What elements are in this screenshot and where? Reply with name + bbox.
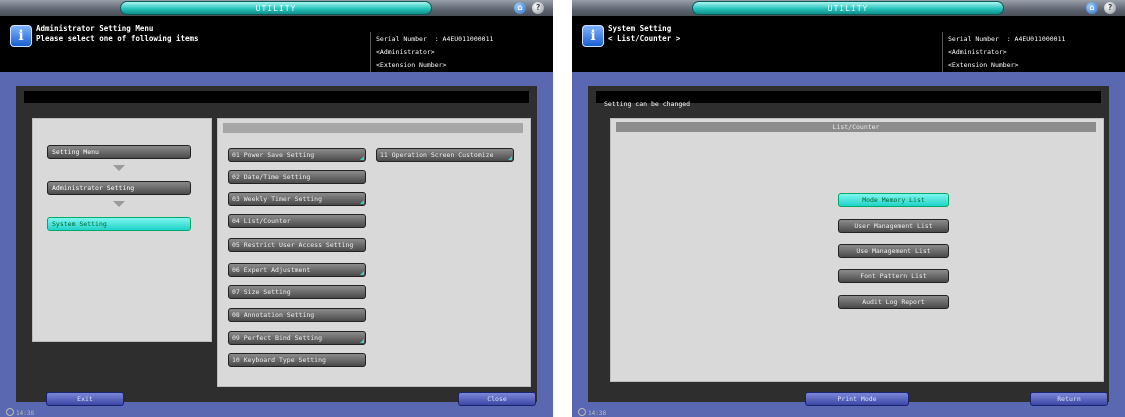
serial-info: Serial Number : A4EU011000011 <Administr… [376,35,494,69]
header: i System Setting < List/Counter > Serial… [572,16,1125,76]
perfect-bind-setting-button[interactable]: 09 Perfect Bind Setting [228,331,366,345]
operation-screen-customize-button[interactable]: 11 Operation Screen Customize [376,148,514,162]
submenu-corner-icon [360,339,364,343]
submenu-corner-icon [508,156,512,160]
keyboard-type-setting-button[interactable]: 10 Keyboard Type Setting [228,353,366,367]
counter-icon[interactable]: ⌂ [1086,2,1098,14]
annotation-setting-button[interactable]: 08 Annotation Setting [228,308,366,322]
size-setting-button[interactable]: 07 Size Setting [228,285,366,299]
weekly-timer-setting-button[interactable]: 03 Weekly Timer Setting [228,192,366,206]
expert-adjustment-button[interactable]: 06 Expert Adjustment [228,263,366,277]
utility-title: UTILITY [692,1,1004,15]
header-divider [942,32,943,76]
help-icon[interactable]: ? [532,2,544,14]
submenu-corner-icon [360,200,364,204]
list-counter-panel: List/Counter Mode Memory List User Manag… [610,118,1104,382]
clock-icon [6,408,14,416]
top-bar: UTILITY ⌂ ? [572,0,1125,16]
items-header-bar [223,123,523,133]
font-pattern-list-button[interactable]: Font Pattern List [838,269,949,283]
mode-memory-list-button[interactable]: Mode Memory List [838,193,949,207]
counter-icon[interactable]: ⌂ [514,2,526,14]
user-management-list-button[interactable]: User Management List [838,219,949,233]
setting-menu-button[interactable]: Setting Menu [47,145,191,159]
use-management-list-button[interactable]: Use Management List [838,244,949,258]
audit-log-report-button[interactable]: Audit Log Report [838,295,949,309]
submenu-corner-icon [360,156,364,160]
info-icon: i [10,25,32,47]
restrict-user-access-button[interactable]: 05 Restrict User Access Setting [228,238,366,252]
status-message: Setting can be changed [604,100,691,108]
return-button[interactable]: Return [1030,392,1108,406]
admin-setting-screen: UTILITY ⌂ ? i Administrator Setting Menu… [0,0,553,417]
exit-button[interactable]: Exit [46,392,124,406]
submenu-corner-icon [360,271,364,275]
info-icon: i [582,25,604,47]
date-time-setting-button[interactable]: 02 Date/Time Setting [228,170,366,184]
down-arrow-icon [113,201,125,207]
frame-header-bar [24,91,529,103]
help-icon[interactable]: ? [1104,2,1116,14]
header-divider [370,32,371,76]
header-message: Administrator Setting Menu Please select… [36,24,199,43]
header: i Administrator Setting Menu Please sele… [0,16,553,76]
down-arrow-icon [113,165,125,171]
list-counter-screen: UTILITY ⌂ ? i System Setting < List/Coun… [572,0,1125,417]
clock-icon [578,408,586,416]
serial-info: Serial Number : A4EU011000011 <Administr… [948,35,1066,69]
print-mode-button[interactable]: Print Mode [805,392,909,406]
setting-items-panel: 01 Power Save Setting 02 Date/Time Setti… [217,118,531,387]
clock: 14:38 [578,408,606,417]
administrator-setting-button[interactable]: Administrator Setting [47,181,191,195]
clock: 14:38 [6,408,34,417]
system-setting-button[interactable]: System Setting [47,217,191,231]
utility-title: UTILITY [120,1,432,15]
header-message: System Setting < List/Counter > [608,24,681,43]
panel-title: List/Counter [616,122,1096,132]
power-save-setting-button[interactable]: 01 Power Save Setting [228,148,366,162]
menu-tree: Setting Menu Administrator Setting Syste… [32,118,212,342]
close-button[interactable]: Close [458,392,536,406]
list-counter-button[interactable]: 04 List/Counter [228,214,366,228]
top-bar: UTILITY ⌂ ? [0,0,553,16]
